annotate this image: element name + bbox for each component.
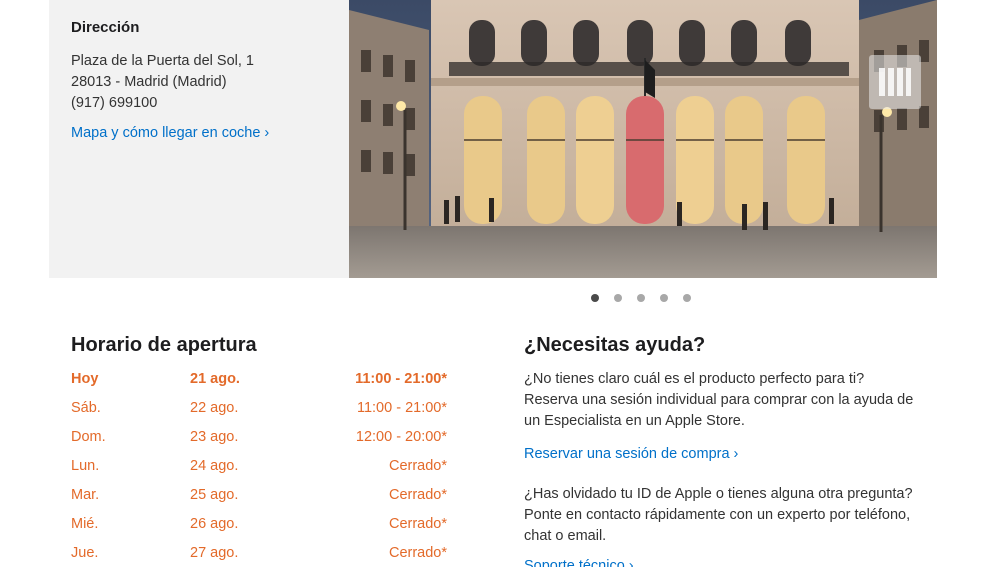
hours-date: 27 ago. <box>190 545 239 561</box>
gallery-dot[interactable] <box>683 294 691 302</box>
address-heading: Dirección <box>71 19 140 36</box>
hours-day: Mar. <box>71 487 100 503</box>
hours-day: Hoy <box>71 371 99 387</box>
hours-time: 11:00 - 21:00* <box>356 400 447 416</box>
tech-support-link[interactable]: Soporte técnico › <box>524 558 634 567</box>
hours-day: Lun. <box>71 458 100 474</box>
hours-date: 23 ago. <box>190 429 239 445</box>
map-directions-link[interactable]: Mapa y cómo llegar en coche › <box>71 125 269 141</box>
hours-date: 22 ago. <box>190 400 239 416</box>
hours-row: Sáb. 22 ago. 11:00 - 21:00* <box>71 400 447 420</box>
gallery-dot[interactable] <box>591 294 599 302</box>
hours-time: Cerrado* <box>388 458 447 474</box>
hours-row: Dom. 23 ago. 12:00 - 20:00* <box>71 429 447 449</box>
hours-row: Mié. 26 ago. Cerrado* <box>71 516 447 536</box>
store-photo <box>349 0 937 278</box>
gallery-thumbnail-icon <box>879 68 911 96</box>
hours-row: Mar. 25 ago. Cerrado* <box>71 487 447 507</box>
book-shopping-session-link[interactable]: Reservar una sesión de compra › <box>524 446 738 462</box>
store-photo-illustration <box>349 0 937 278</box>
hours-time: Cerrado* <box>388 516 447 532</box>
address-panel: Dirección Plaza de la Puerta del Sol, 1 … <box>49 0 349 278</box>
hours-day: Jue. <box>71 545 99 561</box>
hours-time: Cerrado* <box>388 487 447 503</box>
hours-time: Cerrado* <box>388 545 447 561</box>
hours-date: 21 ago. <box>190 371 240 387</box>
hours-row: Lun. 24 ago. Cerrado* <box>71 458 447 478</box>
hours-date: 25 ago. <box>190 487 239 503</box>
gallery-pagination <box>591 294 691 302</box>
hours-time: 12:00 - 20:00* <box>355 429 447 445</box>
hours-day: Mié. <box>71 516 99 532</box>
gallery-next-button[interactable] <box>869 55 921 109</box>
help-paragraph-shopping: ¿No tienes claro cuál es el producto per… <box>524 371 914 429</box>
hours-row: Hoy 21 ago. 11:00 - 21:00* <box>71 371 447 391</box>
hours-date: 26 ago. <box>190 516 239 532</box>
help-title: ¿Necesitas ayuda? <box>524 334 706 356</box>
hours-row: Jue. 27 ago. Cerrado* <box>71 545 447 565</box>
help-paragraph-support: ¿Has olvidado tu ID de Apple o tienes al… <box>524 486 913 544</box>
hours-title: Horario de apertura <box>71 334 257 356</box>
hours-time: 11:00 - 21:00* <box>355 371 447 387</box>
gallery-dot[interactable] <box>660 294 668 302</box>
gallery-dot[interactable] <box>637 294 645 302</box>
gallery-dot[interactable] <box>614 294 622 302</box>
address-block: Plaza de la Puerta del Sol, 1 28013 - Ma… <box>71 51 254 114</box>
address-phone: (917) 699100 <box>71 95 158 111</box>
address-street: Plaza de la Puerta del Sol, 1 <box>71 53 254 69</box>
hours-day: Sáb. <box>71 400 101 416</box>
address-city: 28013 - Madrid (Madrid) <box>71 74 227 90</box>
hours-day: Dom. <box>71 429 106 445</box>
hours-date: 24 ago. <box>190 458 239 474</box>
